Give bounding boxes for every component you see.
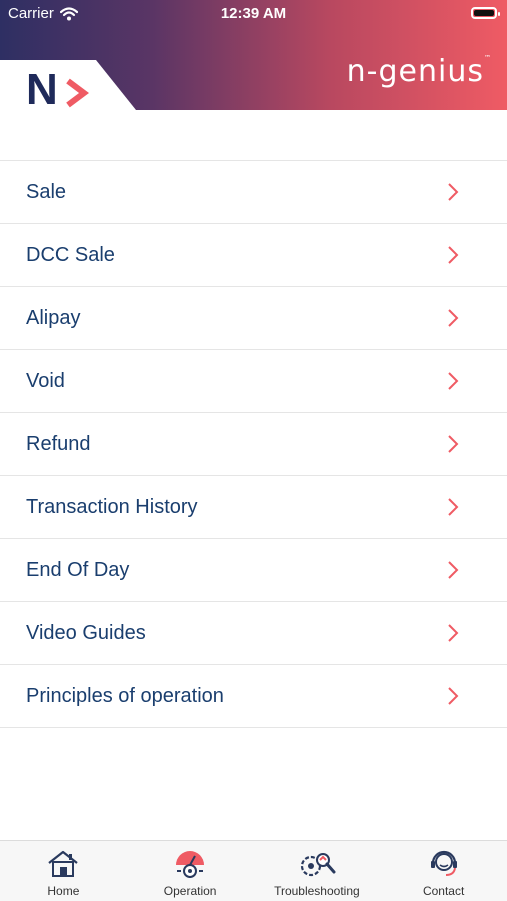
menu-item-end-of-day[interactable]: End Of Day [0,539,507,602]
tab-label: Home [47,884,80,898]
logo-chevron-icon [66,78,89,108]
troubleshooting-icon [300,853,336,877]
brand-name: n-genius [346,54,484,89]
tab-label: Operation [163,884,217,898]
chevron-right-icon [448,246,459,264]
contact-headset-icon [430,850,457,876]
menu-item-label: Refund [26,432,91,455]
tab-home[interactable]: Home [0,841,127,901]
menu-item-video-guides[interactable]: Video Guides [0,602,507,665]
tab-label: Troubleshooting [274,884,360,898]
menu-item-label: Video Guides [26,621,146,644]
menu-item-label: Transaction History [26,495,198,518]
menu-item-label: DCC Sale [26,243,115,266]
menu-item-void[interactable]: Void [0,350,507,413]
chevron-right-icon [448,561,459,579]
tab-operation[interactable]: Operation [127,841,254,901]
tab-contact[interactable]: Contact [380,841,507,901]
menu-item-principles-of-operation[interactable]: Principles of operation [0,665,507,728]
menu-item-sale[interactable]: Sale [0,161,507,224]
clock-time: 12:39 AM [220,5,287,22]
menu-item-label: Alipay [26,306,81,329]
menu-item-alipay[interactable]: Alipay [0,287,507,350]
app-header: Carrier 12:39 AM N n-genius™ [0,0,507,110]
menu-item-label: Void [26,369,65,392]
tab-troubleshooting[interactable]: Troubleshooting [254,841,381,901]
logo-letter: N [26,65,58,111]
battery-icon [471,7,500,19]
brand-trademark: ™ [484,54,491,62]
chevron-right-icon [448,183,459,201]
chevron-right-icon [448,309,459,327]
tab-bar: Home Operation Troubleshooting Contact [0,840,507,901]
chevron-right-icon [448,435,459,453]
chevron-right-icon [448,498,459,516]
chevron-right-icon [448,687,459,705]
menu-item-refund[interactable]: Refund [0,413,507,476]
operation-gear-icon [176,851,205,878]
menu-item-label: End Of Day [26,558,130,581]
tab-label: Contact [422,884,465,898]
status-bar: Carrier 12:39 AM [0,0,507,28]
menu-item-dcc-sale[interactable]: DCC Sale [0,224,507,287]
home-icon [48,850,79,877]
menu-item-label: Sale [26,180,67,203]
chevron-right-icon [448,624,459,642]
menu-item-label: Principles of operation [26,684,224,707]
brand-logo: n-genius™ [347,54,491,89]
chevron-right-icon [448,372,459,390]
main-menu: Sale DCC Sale Alipay Void Refund Transac… [0,160,507,728]
menu-item-transaction-history[interactable]: Transaction History [0,476,507,539]
